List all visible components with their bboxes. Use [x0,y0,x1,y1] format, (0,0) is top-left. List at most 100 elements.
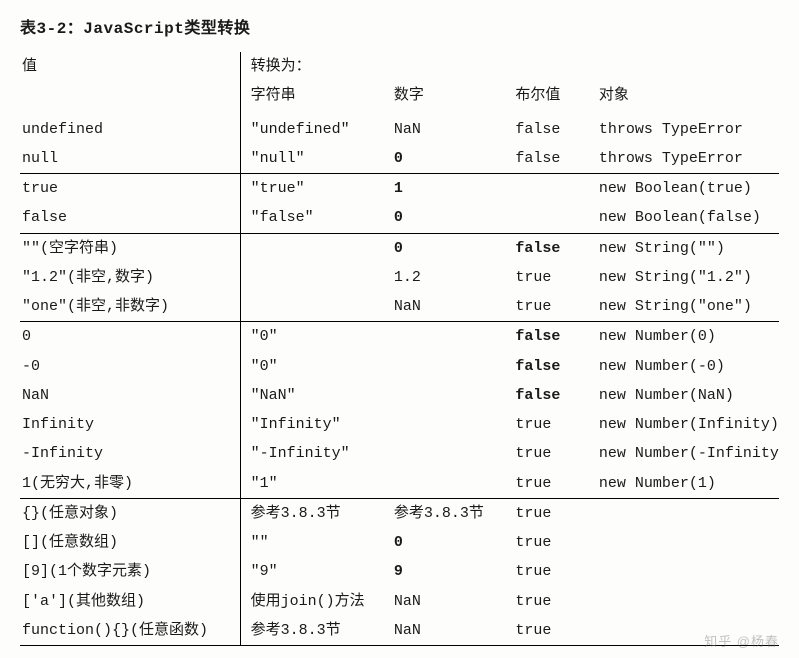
document-page: 表3-2：JavaScript类型转换 值转换为：字符串数字布尔值对象 undef… [0,0,799,656]
cell-string: "-Infinity" [240,439,392,468]
cell-boolean: false [513,233,596,263]
cell-value: ['a'](其他数组) [20,587,240,616]
header-value: 值 [20,52,240,81]
cell-boolean: true [513,292,596,322]
cell-string: "9" [240,557,392,586]
cell-value: [9](1个数字元素) [20,557,240,586]
cell-object: new String("") [597,233,779,263]
cell-object: new Boolean(true) [597,174,779,204]
table-row: false"false"0new Boolean(false) [20,203,779,233]
table-row: 1(无穷大,非零)"1"truenew Number(1) [20,469,779,499]
cell-object: new Number(0) [597,322,779,352]
cell-string [240,233,392,263]
cell-boolean: true [513,498,596,528]
cell-value: {}(任意对象) [20,498,240,528]
cell-object: throws TypeError [597,144,779,174]
cell-string: "" [240,528,392,557]
cell-boolean [513,174,596,204]
table-row: "1.2"(非空,数字) 1.2truenew String("1.2") [20,263,779,292]
table-row: undefined"undefined"NaNfalsethrows TypeE… [20,115,779,144]
cell-number [392,381,513,410]
cell-value: false [20,203,240,233]
cell-string: "undefined" [240,115,392,144]
cell-boolean: true [513,528,596,557]
cell-number [392,469,513,499]
cell-value: 0 [20,322,240,352]
cell-object: new Number(NaN) [597,381,779,410]
cell-object: new Number(Infinity) [597,410,779,439]
cell-boolean: true [513,616,596,646]
cell-value: -Infinity [20,439,240,468]
header-convert-to: 转换为： [240,52,779,81]
cell-object [597,528,779,557]
header-boolean: 布尔值 [513,81,596,110]
cell-boolean: false [513,381,596,410]
cell-number: NaN [392,115,513,144]
cell-boolean: false [513,144,596,174]
cell-string: "Infinity" [240,410,392,439]
cell-number [392,439,513,468]
cell-boolean: true [513,587,596,616]
header-string: 字符串 [240,81,392,110]
cell-number: NaN [392,292,513,322]
cell-object [597,587,779,616]
table-row: null"null"0falsethrows TypeError [20,144,779,174]
cell-object: new String("1.2") [597,263,779,292]
cell-number [392,352,513,381]
cell-object: new Boolean(false) [597,203,779,233]
table-row: [9](1个数字元素)"9"9true [20,557,779,586]
cell-string: "0" [240,322,392,352]
header-number: 数字 [392,81,513,110]
cell-boolean: true [513,410,596,439]
watermark: 知乎 @杨春 [704,631,779,650]
table-row: NaN"NaN"falsenew Number(NaN) [20,381,779,410]
cell-object: new Number(-Infinity) [597,439,779,468]
cell-number: 1 [392,174,513,204]
cell-object: new Number(1) [597,469,779,499]
table-title: 表3-2：JavaScript类型转换 [20,14,779,38]
cell-number [392,410,513,439]
table-row: "one"(非空,非数字)NaNtruenew String("one") [20,292,779,322]
cell-number: NaN [392,587,513,616]
cell-number [392,322,513,352]
cell-boolean [513,203,596,233]
cell-string: "0" [240,352,392,381]
header-blank [20,81,240,110]
cell-number: 0 [392,203,513,233]
cell-object [597,498,779,528]
cell-value: -0 [20,352,240,381]
cell-string: "null" [240,144,392,174]
cell-value: "one"(非空,非数字) [20,292,240,322]
conversion-table: 值转换为：字符串数字布尔值对象undefined"undefined"NaNfa… [20,52,779,646]
cell-value: Infinity [20,410,240,439]
cell-value: "1.2"(非空,数字) [20,263,240,292]
cell-value: ""(空字符串) [20,233,240,263]
table-row: ""(空字符串) 0falsenew String("") [20,233,779,263]
cell-value: [](任意数组) [20,528,240,557]
cell-value: function(){}(任意函数) [20,616,240,646]
table-row: 0"0"falsenew Number(0) [20,322,779,352]
cell-value: undefined [20,115,240,144]
cell-number: 参考3.8.3节 [392,498,513,528]
cell-boolean: true [513,557,596,586]
table-row: ['a'](其他数组)使用join()方法NaNtrue [20,587,779,616]
cell-number: 1.2 [392,263,513,292]
table-row: [](任意数组)""0true [20,528,779,557]
table-row: function(){}(任意函数)参考3.8.3节NaNtrue [20,616,779,646]
cell-value: 1(无穷大,非零) [20,469,240,499]
cell-string: "true" [240,174,392,204]
cell-string: 参考3.8.3节 [240,616,392,646]
table-row: {}(任意对象)参考3.8.3节参考3.8.3节true [20,498,779,528]
header-object: 对象 [597,81,779,110]
cell-number: 9 [392,557,513,586]
cell-number: NaN [392,616,513,646]
cell-boolean: true [513,469,596,499]
table-row: -0"0"falsenew Number(-0) [20,352,779,381]
cell-value: true [20,174,240,204]
cell-boolean: true [513,263,596,292]
table-row: true"true"1 new Boolean(true) [20,174,779,204]
cell-string [240,292,392,322]
cell-boolean: false [513,352,596,381]
table-row: -Infinity"-Infinity"truenew Number(-Infi… [20,439,779,468]
cell-number: 0 [392,233,513,263]
